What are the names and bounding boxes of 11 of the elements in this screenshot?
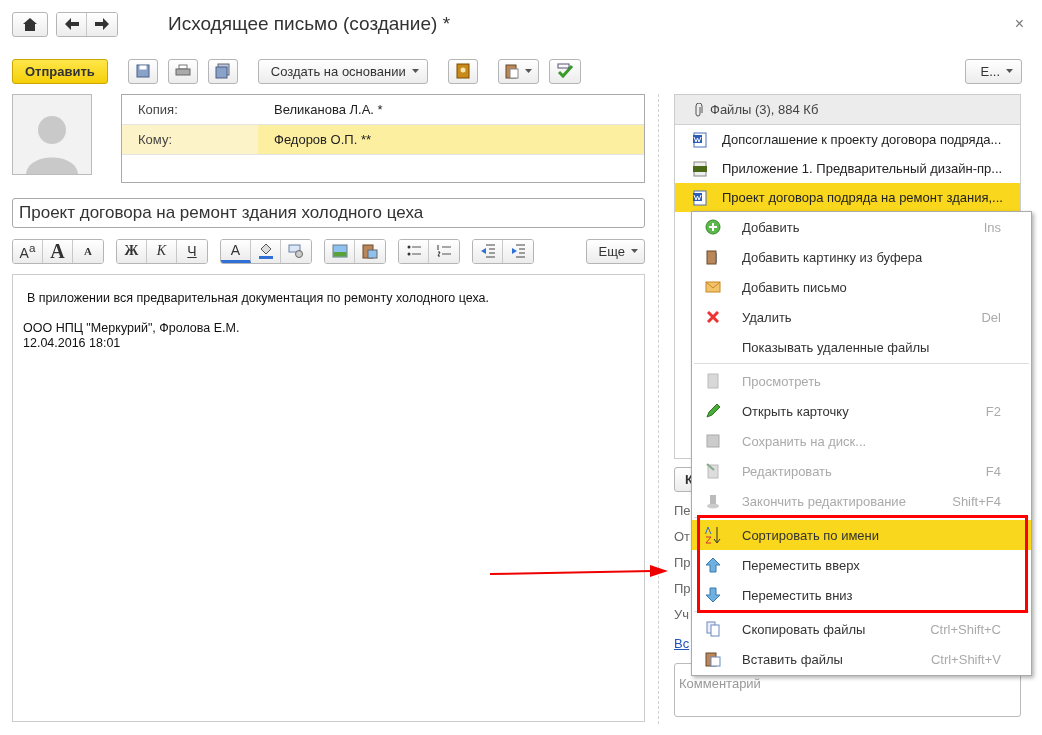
field-label: Пр	[674, 555, 691, 570]
body-text: ООО НПЦ "Меркурий", Фролова Е.М. 12.04.2016 18:01	[23, 321, 241, 351]
recipient-label: Копия:	[137, 101, 179, 119]
field-label: От	[674, 529, 691, 544]
window-title: Исходящее письмо (создание) *	[168, 13, 452, 35]
field-label: Пр	[674, 581, 691, 596]
body-text: В приложении вся предварительная документация по ремонту холодного цеха.	[26, 291, 490, 306]
files-header: Файлы (3), 884 Кб	[710, 102, 819, 117]
field-label: Уч	[674, 607, 690, 622]
field-label: Пе	[674, 503, 691, 518]
recipient-label: Кому:	[137, 131, 173, 149]
